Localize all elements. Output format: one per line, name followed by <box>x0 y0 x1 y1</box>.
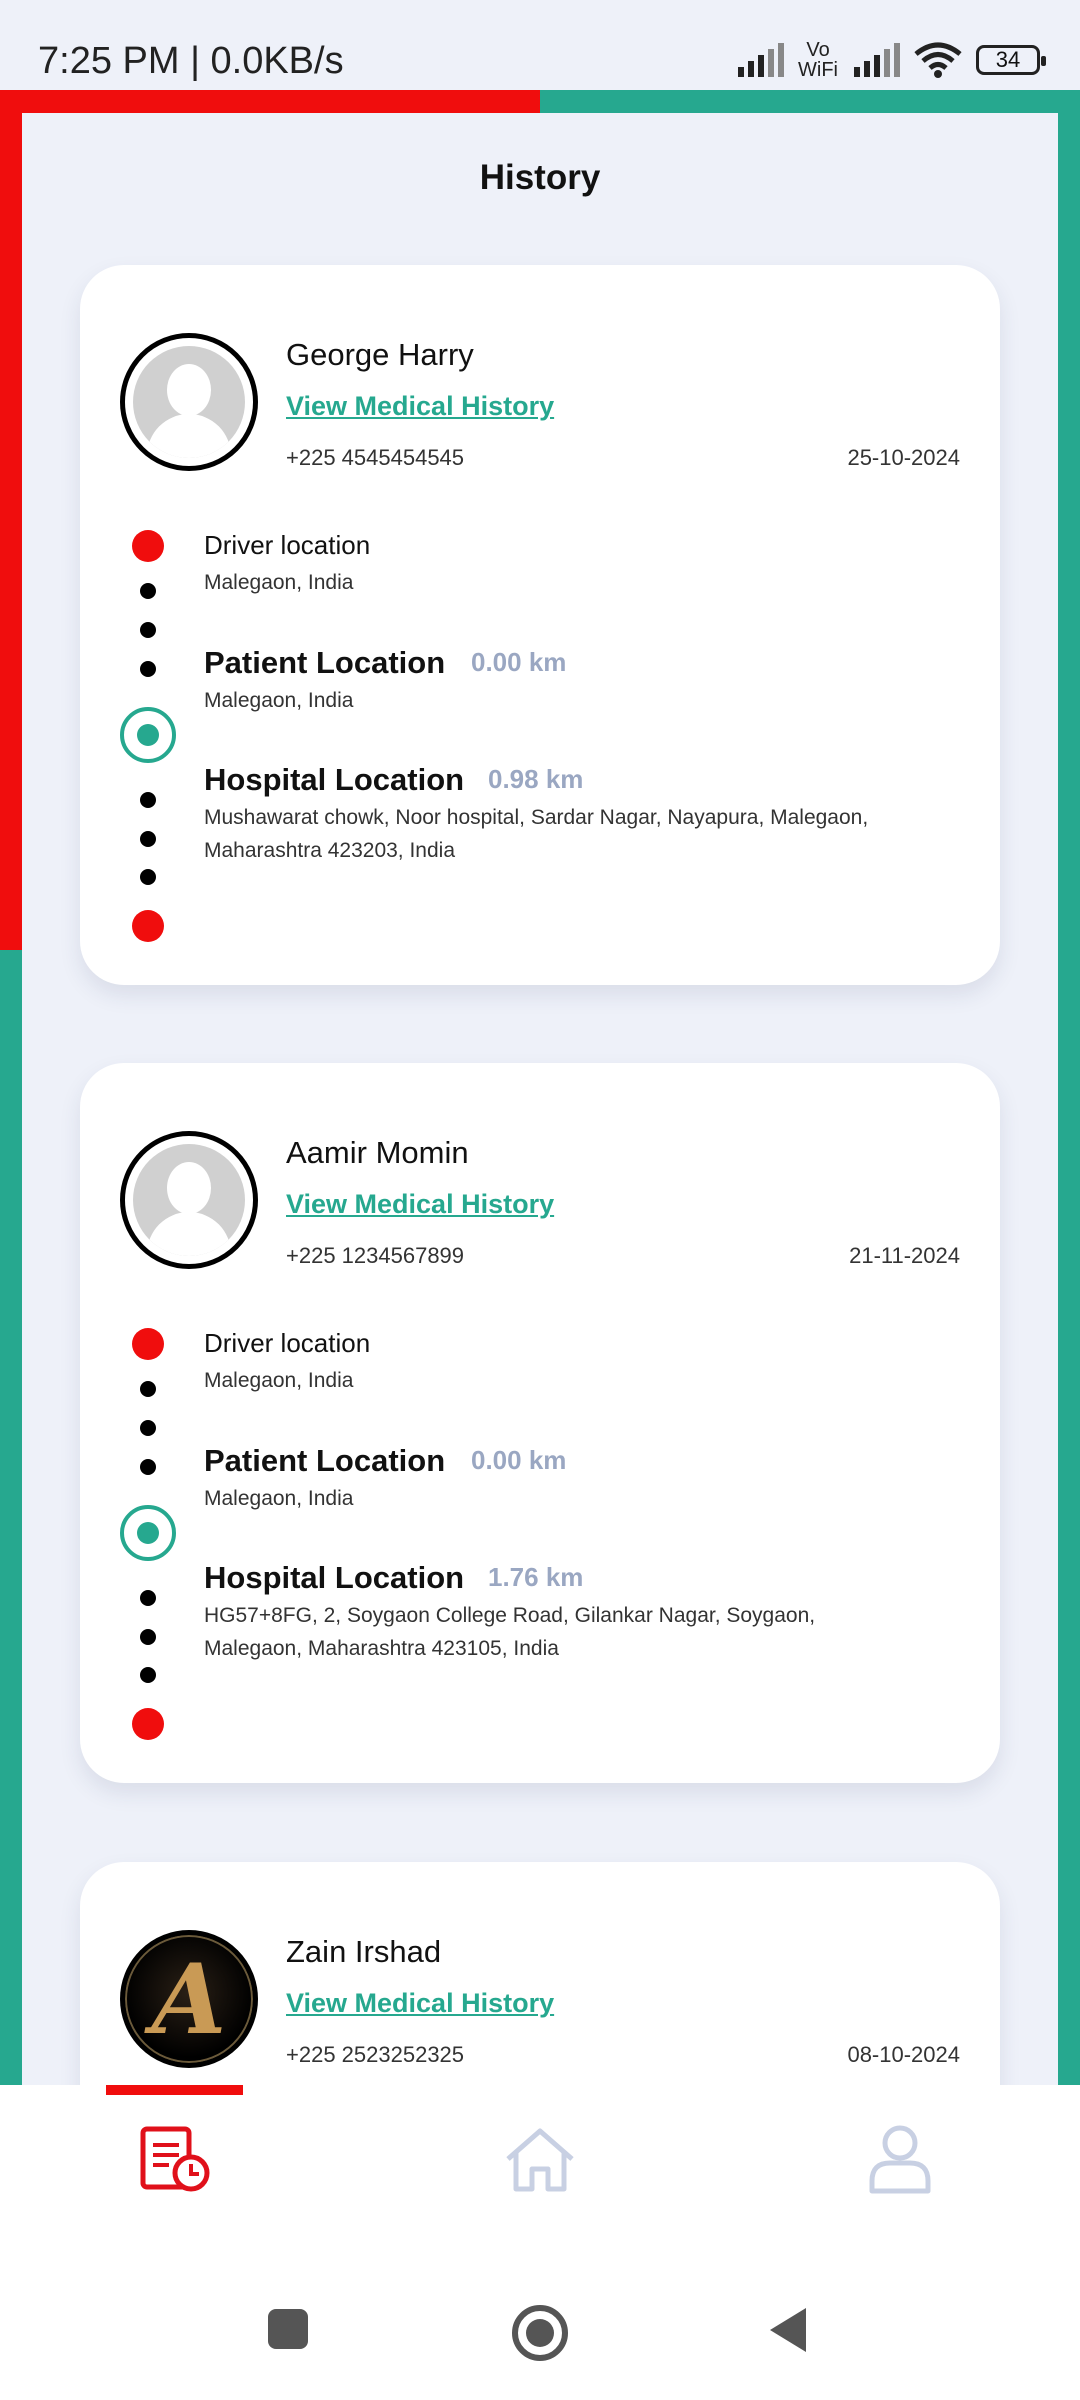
route-dot-icon <box>140 1590 156 1606</box>
hospital-distance: 1.76 km <box>488 1562 584 1592</box>
driver-location-marker-icon <box>132 530 164 562</box>
system-navigation-bar <box>0 2215 1080 2400</box>
patient-location-address: Malegaon, India <box>204 1487 354 1510</box>
status-icons: Vo WiFi 34 <box>736 39 1046 81</box>
avatar-logo-letter: A <box>151 1942 227 2056</box>
view-medical-history-link[interactable]: View Medical History <box>286 1189 554 1220</box>
back-icon <box>770 2308 806 2352</box>
route-dot-icon <box>140 869 156 885</box>
hospital-location-marker-icon <box>132 910 164 942</box>
user-placeholder-icon <box>133 346 245 458</box>
avatar-logo: A <box>125 1935 253 2063</box>
history-card: Aamir Momin View Medical History +225 12… <box>80 1063 1000 1783</box>
hospital-location-label: Hospital Location <box>204 1560 465 1595</box>
driver-location-address: Malegaon, India <box>204 571 354 594</box>
avatar: A <box>120 1930 258 2068</box>
driver-location-label: Driver location <box>204 530 371 560</box>
home-icon <box>506 2128 574 2192</box>
status-bar: 7:25 PM | 0.0KB/s Vo WiFi 34 <box>0 0 1080 90</box>
profile-icon <box>869 2125 931 2194</box>
route-dot-icon <box>140 831 156 847</box>
frame-border-right-green <box>1058 90 1080 2085</box>
hospital-location-address: Mushawarat chowk, Noor hospital, Sardar … <box>204 806 869 862</box>
avatar <box>120 1131 258 1269</box>
trip-date: 25-10-2024 <box>847 445 960 470</box>
home-button[interactable] <box>510 2303 570 2368</box>
active-tab-indicator <box>106 2085 243 2095</box>
signal-icon-2 <box>854 43 900 77</box>
nav-profile-tab[interactable] <box>860 2119 940 2199</box>
frame-border-top-red <box>0 90 540 113</box>
bottom-navigation <box>0 2085 1080 2215</box>
patient-distance: 0.00 km <box>471 647 567 677</box>
patient-distance: 0.00 km <box>471 1445 567 1475</box>
route-dot-icon <box>140 1381 156 1397</box>
nav-history-tab[interactable] <box>135 2119 215 2199</box>
driver-location-marker-icon <box>132 1328 164 1360</box>
hospital-location-label: Hospital Location <box>204 762 465 797</box>
route-dot-icon <box>140 1420 156 1436</box>
patient-location-marker-icon <box>120 1505 176 1561</box>
phone-number: +225 2523252325 <box>286 2042 465 2067</box>
history-icon <box>140 2126 210 2192</box>
status-time: 7:25 PM | 0.0KB/s <box>38 40 344 82</box>
phone-number: +225 1234567899 <box>286 1243 465 1268</box>
view-medical-history-link[interactable]: View Medical History <box>286 391 554 422</box>
trip-date: 21-11-2024 <box>849 1243 960 1268</box>
hospital-location-address: HG57+8FG, 2, Soygaon College Road, Gilan… <box>204 1604 816 1660</box>
recents-icon <box>268 2309 308 2349</box>
trip-date: 08-10-2024 <box>847 2042 960 2067</box>
patient-name: Zain Irshad <box>286 1934 442 1969</box>
nav-home-tab[interactable] <box>500 2119 580 2199</box>
patient-name: George Harry <box>286 337 474 372</box>
patient-location-address: Malegaon, India <box>204 689 354 712</box>
route-dot-icon <box>140 792 156 808</box>
hospital-distance: 0.98 km <box>488 764 584 794</box>
frame-border-top-green <box>540 90 1080 113</box>
frame-border-left-red <box>0 90 22 950</box>
patient-location-marker-icon <box>120 707 176 763</box>
phone-number: +225 4545454545 <box>286 445 465 470</box>
route-dot-icon <box>140 622 156 638</box>
wifi-icon <box>914 42 962 78</box>
frame-border-left-green <box>0 950 22 2085</box>
page-title: History <box>479 158 601 197</box>
recents-button[interactable] <box>266 2307 310 2356</box>
home-circle-icon <box>512 2305 568 2361</box>
patient-location-label: Patient Location <box>204 1443 446 1478</box>
view-medical-history-link[interactable]: View Medical History <box>286 1988 554 2019</box>
avatar <box>120 333 258 471</box>
patient-name: Aamir Momin <box>286 1135 469 1170</box>
driver-location-address: Malegaon, India <box>204 1369 354 1392</box>
route-dot-icon <box>140 1629 156 1645</box>
route-dot-icon <box>140 1459 156 1475</box>
patient-location-label: Patient Location <box>204 645 446 680</box>
back-button[interactable] <box>766 2305 810 2360</box>
signal-icon <box>738 43 785 77</box>
route-dot-icon <box>140 661 156 677</box>
user-placeholder-icon <box>133 1144 245 1256</box>
driver-location-label: Driver location <box>204 1328 371 1358</box>
battery-icon: 34 <box>976 45 1046 75</box>
vowifi-icon: Vo WiFi <box>798 39 838 81</box>
route-dot-icon <box>140 1667 156 1683</box>
route-dot-icon <box>140 583 156 599</box>
hospital-location-marker-icon <box>132 1708 164 1740</box>
history-card: George Harry View Medical History +225 4… <box>80 265 1000 985</box>
